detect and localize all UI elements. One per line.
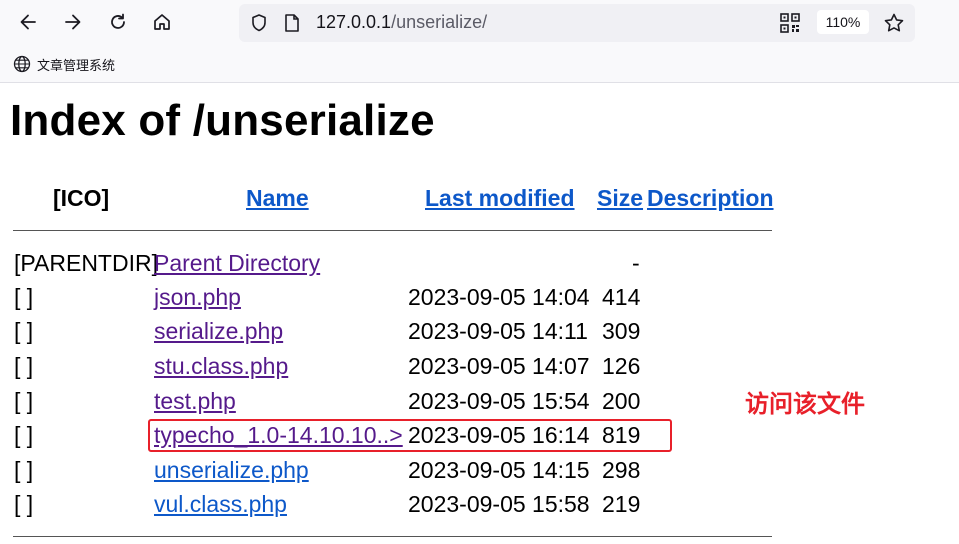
row-icon: [ ] [14,422,34,448]
file-link[interactable]: test.php [154,388,236,414]
table-row: Parent Directory [154,249,320,277]
row-icon: [PARENTDIR] [14,250,158,276]
row-icon: [ ] [14,388,34,414]
row-size: 126 [602,353,641,379]
forward-button[interactable] [59,8,87,36]
header-last-modified: Last modified [425,185,575,212]
table-row: serialize.php [154,317,283,345]
zoom-level-button[interactable]: 110% [817,10,869,34]
row-modified: 2023-09-05 14:04 [408,284,590,310]
row-modified: 2023-09-05 15:54 [408,388,590,414]
file-link[interactable]: stu.class.php [154,353,288,379]
sort-by-last-modified-link[interactable]: Last modified [425,185,575,211]
bookmarks-bar: 文章管理系统 [0,46,959,83]
row-size: - [632,250,640,276]
footer-divider [13,536,772,537]
row-icon: [ ] [14,491,34,517]
table-row: test.php [154,387,236,415]
table-row: vul.class.php [154,490,287,518]
table-row: stu.class.php [154,352,288,380]
qr-code-icon[interactable] [779,12,801,39]
bookmark-star-icon[interactable] [883,12,905,39]
home-button[interactable] [148,8,176,36]
row-modified: 2023-09-05 14:15 [408,457,590,483]
shield-icon[interactable] [249,13,269,38]
row-size: 309 [602,318,641,344]
row-icon: [ ] [14,457,34,483]
table-row: unserialize.php [154,456,309,484]
row-size: 219 [602,491,641,517]
file-link[interactable]: serialize.php [154,318,283,344]
file-link[interactable]: vul.class.php [154,491,287,517]
row-size: 414 [602,284,641,310]
row-modified: 2023-09-05 14:11 [408,318,588,344]
row-size: 298 [602,457,641,483]
sort-by-name-link[interactable]: Name [246,185,309,211]
annotation-text: 访问该文件 [745,390,865,418]
header-name: Name [246,185,309,212]
header-size: Size [597,185,643,212]
bookmark-label: 文章管理系统 [37,58,116,74]
table-row: json.php [154,283,241,311]
arrow-left-icon [20,14,36,30]
url-host: 127.0.0.1 [316,12,392,32]
row-modified: 2023-09-05 15:58 [408,491,590,517]
file-link[interactable]: json.php [154,284,241,310]
row-modified: 2023-09-05 14:07 [408,353,590,379]
back-button[interactable] [14,8,42,36]
header-description: Description [647,185,774,212]
sort-by-size-link[interactable]: Size [597,185,643,211]
parent-directory-link[interactable]: Parent Directory [154,250,320,276]
header-ico: [ICO] [53,185,110,211]
highlight-box [148,419,672,452]
row-icon: [ ] [14,284,34,310]
row-icon: [ ] [14,353,34,379]
url-text[interactable]: 127.0.0.1/unserialize/ [316,12,487,33]
row-size: 200 [602,388,641,414]
file-link[interactable]: unserialize.php [154,457,309,483]
browser-toolbar: 127.0.0.1/unserialize/ 110% [0,0,959,46]
page-info-icon[interactable] [283,13,301,38]
row-icon: [ ] [14,318,34,344]
arrow-right-icon [65,14,81,30]
globe-icon [13,55,31,73]
reload-icon [111,13,125,29]
home-icon [154,14,170,30]
sort-by-description-link[interactable]: Description [647,185,774,211]
url-path: /unserialize/ [391,12,488,32]
page-title: Index of /unserialize [10,96,435,145]
header-divider [13,230,772,231]
reload-button[interactable] [104,8,132,36]
bookmark-item[interactable]: 文章管理系统 [13,54,115,74]
